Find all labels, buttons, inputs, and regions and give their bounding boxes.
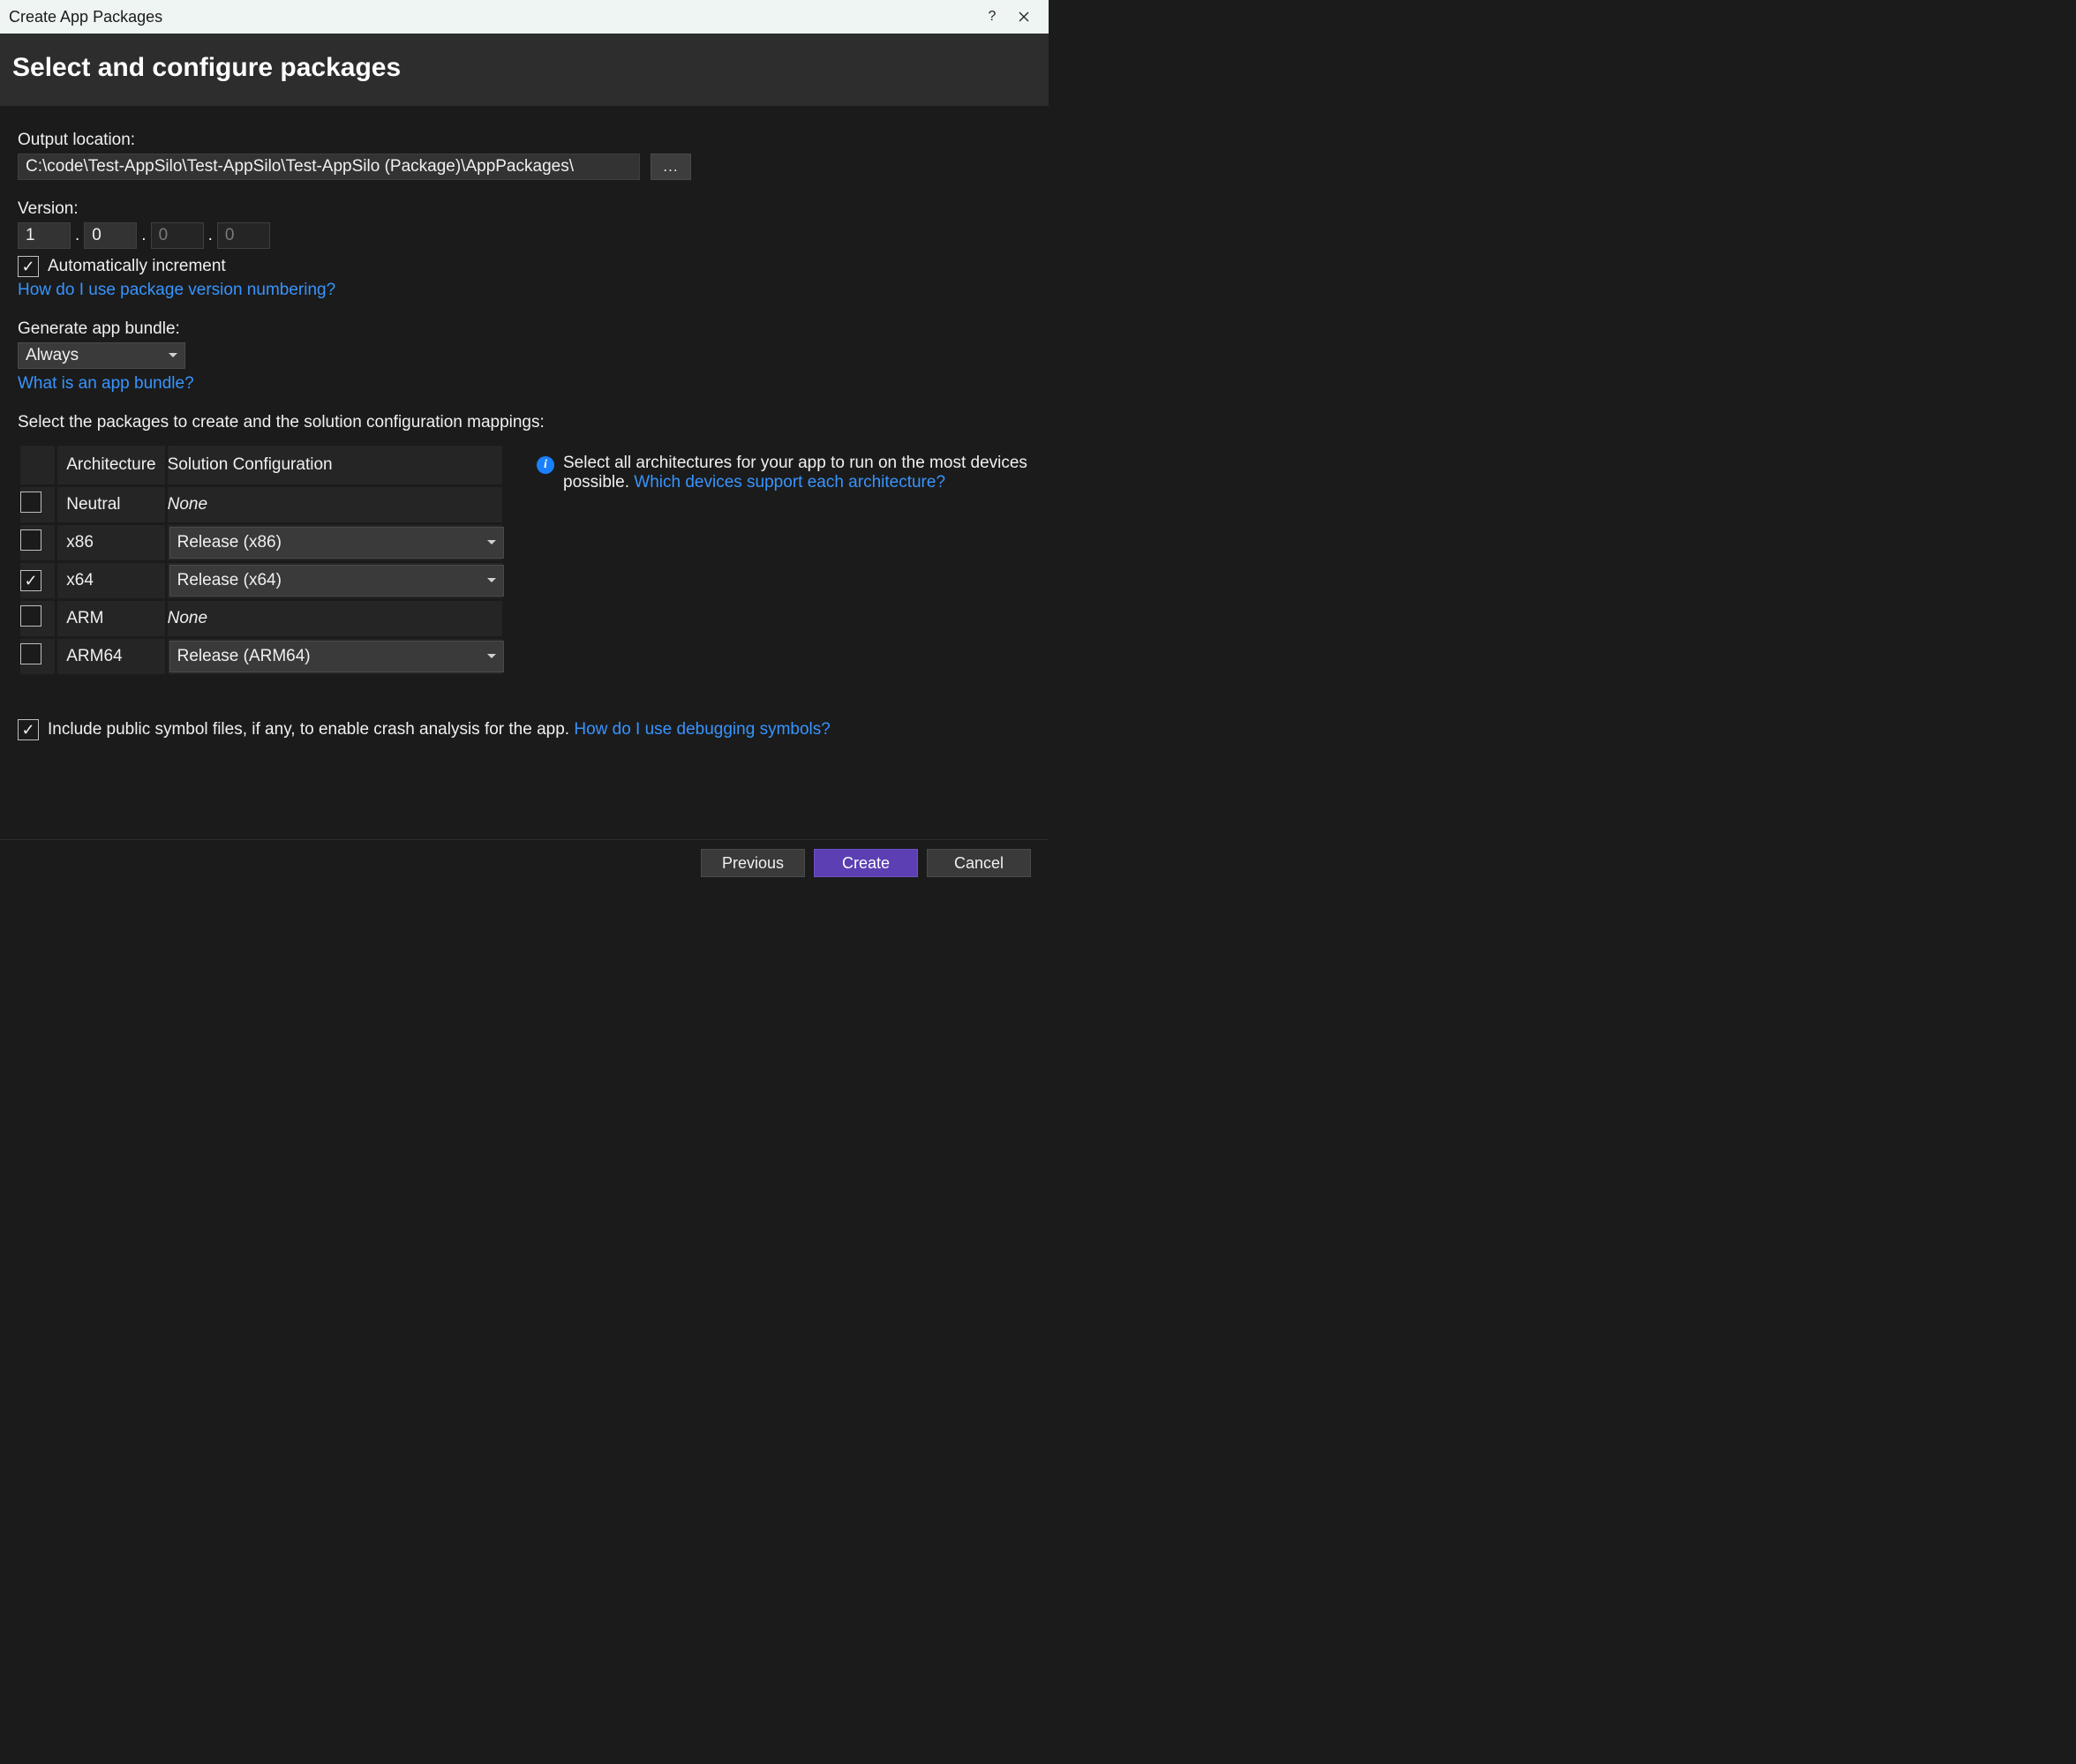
previous-button[interactable]: Previous bbox=[701, 849, 805, 877]
version-dot: . bbox=[74, 226, 80, 245]
configuration-value: Release (ARM64) bbox=[177, 647, 311, 666]
output-location-group: Output location: ... bbox=[18, 131, 1031, 180]
architecture-cell: Neutral bbox=[57, 487, 164, 522]
bundle-selected-value: Always bbox=[26, 346, 79, 365]
col-header-check bbox=[20, 446, 55, 484]
content-area: Output location: ... Version: . . . Auto… bbox=[0, 106, 1049, 839]
page-title: Select and configure packages bbox=[12, 53, 1036, 83]
version-major-input[interactable] bbox=[18, 222, 71, 249]
table-row: x86 Release (x86) bbox=[20, 525, 502, 560]
create-button[interactable]: Create bbox=[814, 849, 918, 877]
configuration-value: Release (x64) bbox=[177, 571, 282, 590]
version-dot: . bbox=[207, 226, 214, 245]
include-symbols-checkbox[interactable] bbox=[18, 719, 39, 740]
symbols-help-link[interactable]: How do I use debugging symbols? bbox=[574, 720, 830, 739]
configuration-select-x64[interactable]: Release (x64) bbox=[169, 565, 504, 597]
version-revision-input[interactable] bbox=[217, 222, 270, 249]
auto-increment-checkbox[interactable] bbox=[18, 256, 39, 277]
table-row: x64 Release (x64) bbox=[20, 563, 502, 598]
table-row: ARM64 Release (ARM64) bbox=[20, 639, 502, 674]
table-row: NeutralNone bbox=[20, 487, 502, 522]
page-header: Select and configure packages bbox=[0, 34, 1049, 106]
configuration-select-x86[interactable]: Release (x86) bbox=[169, 527, 504, 559]
architecture-info: i Select all architectures for your app … bbox=[537, 454, 1031, 492]
configuration-value: Release (x86) bbox=[177, 533, 282, 552]
packages-table: Architecture Solution Configuration Neut… bbox=[18, 443, 505, 677]
architecture-info-link[interactable]: Which devices support each architecture? bbox=[634, 473, 945, 492]
col-header-configuration: Solution Configuration bbox=[168, 446, 502, 484]
version-build-input[interactable] bbox=[151, 222, 204, 249]
version-minor-input[interactable] bbox=[84, 222, 137, 249]
package-checkbox-neutral[interactable] bbox=[20, 492, 41, 513]
help-button[interactable]: ? bbox=[976, 0, 1008, 34]
packages-group: Select the packages to create and the so… bbox=[18, 413, 1031, 677]
architecture-cell: ARM bbox=[57, 601, 164, 636]
include-symbols-label: Include public symbol files, if any, to … bbox=[48, 720, 574, 739]
architecture-cell: x86 bbox=[57, 525, 164, 560]
package-checkbox-x86[interactable] bbox=[20, 529, 41, 551]
browse-button[interactable]: ... bbox=[651, 154, 691, 180]
close-button[interactable] bbox=[1008, 0, 1040, 34]
architecture-cell: ARM64 bbox=[57, 639, 164, 674]
info-icon: i bbox=[537, 456, 554, 474]
version-dot: . bbox=[140, 226, 147, 245]
close-icon bbox=[1019, 11, 1029, 22]
symbols-row: Include public symbol files, if any, to … bbox=[18, 719, 1031, 740]
footer: Previous Create Cancel bbox=[0, 839, 1049, 890]
bundle-select[interactable]: Always bbox=[18, 342, 185, 369]
package-checkbox-arm64[interactable] bbox=[20, 643, 41, 664]
version-group: Version: . . . Automatically increment H… bbox=[18, 199, 1031, 300]
version-label: Version: bbox=[18, 199, 1031, 219]
architecture-cell: x64 bbox=[57, 563, 164, 598]
bundle-label: Generate app bundle: bbox=[18, 319, 1031, 339]
output-location-input[interactable] bbox=[18, 154, 640, 180]
configuration-none: None bbox=[168, 601, 502, 636]
output-location-label: Output location: bbox=[18, 131, 1031, 150]
titlebar: Create App Packages ? bbox=[0, 0, 1049, 34]
package-checkbox-x64[interactable] bbox=[20, 570, 41, 591]
configuration-none: None bbox=[168, 487, 502, 522]
cancel-button[interactable]: Cancel bbox=[927, 849, 1031, 877]
configuration-select-arm64[interactable]: Release (ARM64) bbox=[169, 641, 504, 672]
packages-label: Select the packages to create and the so… bbox=[18, 413, 1031, 432]
bundle-group: Generate app bundle: Always What is an a… bbox=[18, 319, 1031, 394]
window-title: Create App Packages bbox=[9, 8, 976, 26]
table-row: ARMNone bbox=[20, 601, 502, 636]
col-header-architecture: Architecture bbox=[57, 446, 164, 484]
package-checkbox-arm[interactable] bbox=[20, 605, 41, 627]
bundle-help-link[interactable]: What is an app bundle? bbox=[18, 374, 194, 393]
auto-increment-label: Automatically increment bbox=[48, 257, 226, 276]
version-help-link[interactable]: How do I use package version numbering? bbox=[18, 281, 335, 299]
